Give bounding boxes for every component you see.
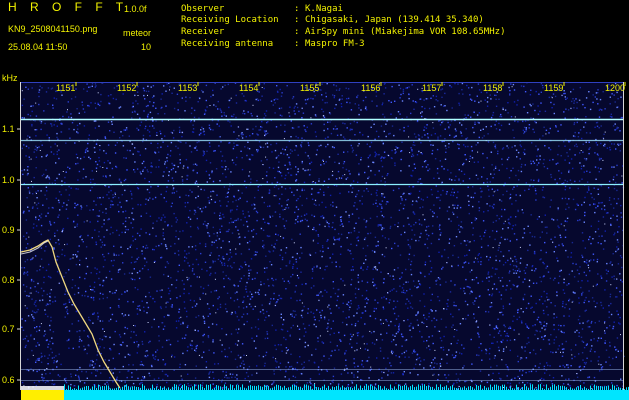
observer-colon: : bbox=[294, 4, 300, 14]
x-tick-label: 1154 bbox=[239, 83, 258, 93]
x-tick-label: 1155 bbox=[300, 83, 319, 93]
observer-label: Observer bbox=[181, 4, 225, 14]
receiver-value: AirSpy mini (Miakejima VOR 108.65MHz) bbox=[305, 27, 506, 37]
y-tick-label: 0.7 bbox=[2, 324, 15, 334]
spectrogram-waterfall: kHz 1.1 1.0 0.9 0.8 0.7 0.6 1151 1152 1153 1154 11… bbox=[0, 72, 629, 400]
observation-datetime: 25.08.04 11:50 bbox=[8, 42, 68, 52]
receiver-colon: : bbox=[294, 27, 300, 37]
antenna-colon: : bbox=[294, 39, 300, 49]
x-tick-label: 1157 bbox=[422, 83, 441, 93]
app-title: H R O F F T bbox=[8, 0, 129, 14]
antenna-value: Maspro FM-3 bbox=[305, 39, 365, 49]
y-tick-label: 1.1 bbox=[2, 124, 15, 134]
meteor-marker-bar bbox=[21, 390, 64, 400]
y-tick-label: 1.0 bbox=[2, 175, 15, 185]
location-label: Receiving Location bbox=[181, 15, 279, 25]
x-tick-label: 1158 bbox=[483, 83, 502, 93]
x-tick-label: 1156 bbox=[361, 83, 380, 93]
file-name: KN9_2508041150.png bbox=[8, 24, 98, 34]
x-tick-label: 1200 bbox=[605, 83, 625, 93]
y-axis-unit: kHz bbox=[2, 73, 18, 83]
y-tick-label: 0.6 bbox=[2, 375, 15, 385]
x-tick-label: 1153 bbox=[178, 83, 197, 93]
location-value: Chigasaki, Japan (139.414 35.340) bbox=[305, 15, 484, 25]
meteor-count-value: 10 bbox=[141, 42, 152, 52]
observer-value: K.Nagai bbox=[305, 4, 343, 14]
meteor-count-label: meteor bbox=[123, 28, 152, 38]
baseline-strip bbox=[64, 390, 629, 400]
x-tick-label: 1159 bbox=[544, 83, 563, 93]
location-colon: : bbox=[294, 15, 300, 25]
meteor-marker-bar-top bbox=[21, 386, 64, 390]
app-version: 1.0.0f bbox=[124, 4, 147, 14]
x-tick-label: 1152 bbox=[117, 83, 136, 93]
x-tick-label: 1151 bbox=[56, 83, 75, 93]
receiver-label: Receiver bbox=[181, 27, 225, 37]
antenna-label: Receiving antenna bbox=[181, 39, 274, 49]
y-tick-label: 0.9 bbox=[2, 225, 15, 235]
y-tick-label: 0.8 bbox=[2, 275, 15, 285]
